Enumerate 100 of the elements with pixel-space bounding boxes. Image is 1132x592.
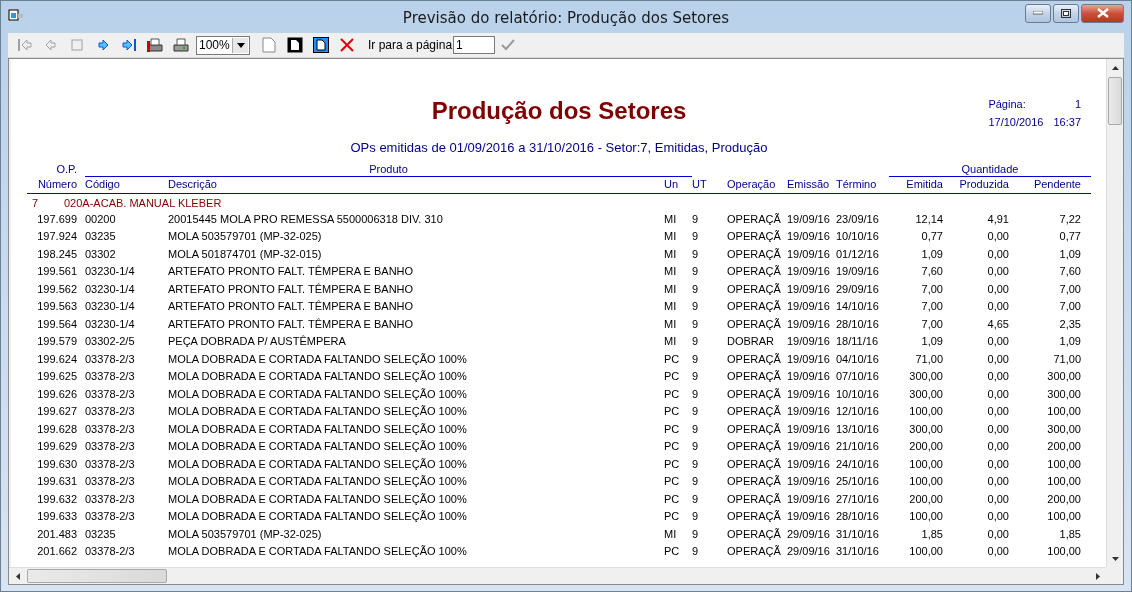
op-number: 199.561 (36, 264, 78, 279)
operation: OPERAÇÃ (727, 474, 782, 489)
end-date: 31/10/16 (836, 526, 880, 542)
ut: 9 (692, 456, 700, 472)
unit: MI (664, 211, 678, 227)
qty-issued: 100,00 (908, 456, 944, 472)
unit: PC (664, 544, 681, 559)
product-code: 03378-2/3 (85, 351, 136, 367)
report-date: 17/10/2016 (988, 116, 1044, 128)
report-time: 16:37 (1053, 116, 1081, 128)
product-code: 03378-2/3 (85, 456, 136, 472)
maximize-icon (1061, 8, 1071, 18)
unit: PC (664, 404, 681, 419)
qty-produced: 0,00 (986, 351, 1010, 367)
qty-produced: 4,91 (986, 211, 1010, 227)
end-date: 19/09/16 (836, 264, 880, 279)
issue-date: 19/09/16 (787, 334, 831, 349)
product-code: 03230-1/4 (85, 299, 136, 314)
qty-produced: 4,65 (986, 316, 1010, 332)
issue-date: 19/09/16 (787, 369, 831, 384)
qty-produced: 0,00 (986, 439, 1010, 454)
qty-pending: 7,00 (1058, 281, 1082, 297)
qty-produced: 0,00 (986, 281, 1010, 297)
operation: DOBRAR (727, 334, 776, 349)
printer-setup-icon[interactable] (146, 37, 164, 53)
product-description: MOLA DOBRADA E CORTADA FALTANDO SELEÇÃO 100% (168, 491, 468, 507)
column-header: Código (85, 177, 121, 192)
qty-pending: 7,22 (1058, 211, 1082, 227)
qty-issued: 1,85 (920, 526, 944, 542)
qty-issued: 100,00 (908, 509, 944, 524)
op-number: 199.624 (36, 351, 78, 367)
close-icon[interactable] (340, 38, 354, 52)
scrollbar-thumb[interactable] (27, 569, 167, 583)
close-button[interactable] (1081, 3, 1124, 23)
page-icon[interactable] (287, 37, 303, 53)
report-title: Produção dos Setores (431, 96, 687, 126)
qty-pending: 1,85 (1058, 526, 1082, 542)
column-header: Descrição (168, 177, 218, 192)
end-date: 18/11/16 (836, 334, 879, 349)
scroll-up-icon[interactable] (1112, 65, 1119, 70)
op-number: 199.627 (36, 404, 78, 419)
operation: OPERAÇÃ (727, 229, 782, 244)
qty-issued: 100,00 (908, 474, 944, 489)
product-code: 03230-1/4 (85, 281, 136, 297)
ut: 9 (692, 229, 700, 244)
product-description: MOLA 503579701 (MP-32-025) (168, 526, 323, 542)
ut: 9 (692, 439, 700, 454)
issue-date: 19/09/16 (787, 229, 831, 244)
product-code: 03235 (85, 526, 117, 542)
qty-pending: 100,00 (1046, 544, 1082, 559)
end-date: 27/10/16 (836, 491, 880, 507)
unit: MI (664, 299, 678, 314)
qty-produced: 0,00 (986, 456, 1010, 472)
end-date: 21/10/16 (836, 439, 880, 454)
end-date: 14/10/16 (836, 299, 880, 314)
unit: PC (664, 456, 681, 472)
page-icon[interactable] (313, 37, 329, 53)
page-number-field[interactable]: 1 (453, 36, 496, 54)
product-description: ARTEFATO PRONTO FALT. TÊMPERA E BANHO (168, 264, 415, 279)
issue-date: 19/09/16 (787, 491, 831, 507)
operation: OPERAÇÃ (727, 246, 782, 262)
product-code: 03235 (85, 229, 117, 244)
zoom-dropdown[interactable]: 100% (196, 35, 250, 55)
qty-pending: 300,00 (1046, 386, 1082, 402)
product-description: MOLA 503579701 (MP-32-025) (168, 229, 323, 244)
op-number: 199.632 (36, 491, 78, 507)
scroll-right-icon[interactable] (1095, 573, 1100, 580)
unit: MI (664, 334, 678, 349)
ut: 9 (692, 334, 700, 349)
qty-issued: 200,00 (908, 439, 944, 454)
maximize-button[interactable] (1053, 3, 1079, 23)
printer-icon[interactable] (172, 37, 190, 53)
sector-code: 7 (31, 195, 40, 211)
operation: OPERAÇÃ (727, 456, 782, 472)
column-header: Produzida (958, 177, 1010, 192)
caret-icon (236, 42, 245, 48)
op-number: 199.629 (36, 439, 78, 454)
qty-produced: 0,00 (986, 299, 1010, 314)
ut: 9 (692, 386, 700, 402)
last-page-icon[interactable] (121, 38, 137, 52)
scrollbar-thumb[interactable] (1108, 77, 1122, 125)
ut: 9 (692, 299, 700, 314)
qty-pending: 7,60 (1058, 264, 1082, 279)
end-date: 04/10/16 (836, 351, 880, 367)
unit: PC (664, 369, 681, 384)
qty-issued: 100,00 (908, 544, 944, 559)
operation: OPERAÇÃ (727, 316, 782, 332)
op-number: 199.579 (36, 334, 78, 349)
minimize-button[interactable] (1025, 3, 1051, 23)
operation: OPERAÇÃ (727, 509, 782, 524)
scroll-down-icon[interactable] (1112, 556, 1119, 561)
qty-pending: 7,00 (1058, 299, 1082, 314)
product-description: MOLA DOBRADA E CORTADA FALTANDO SELEÇÃO 100% (168, 439, 468, 454)
qty-pending: 300,00 (1046, 369, 1082, 384)
unit: MI (664, 526, 678, 542)
group-heading: O.P. (55, 162, 78, 177)
next-page-icon[interactable] (97, 38, 109, 52)
scroll-left-icon[interactable] (15, 573, 20, 580)
end-date: 25/10/16 (836, 474, 880, 489)
op-number: 199.564 (36, 316, 78, 332)
